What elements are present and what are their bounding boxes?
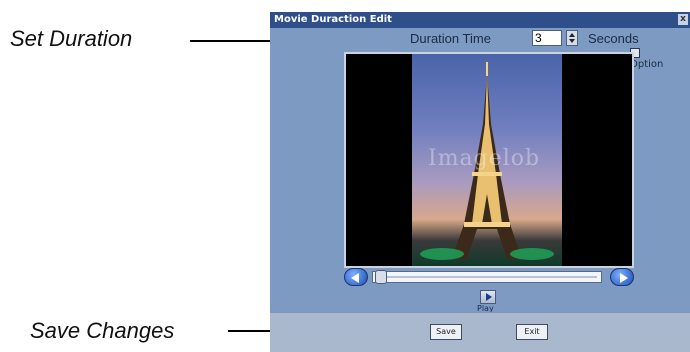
duration-unit: Seconds [588,31,639,46]
option-checkbox-group[interactable]: Option [630,48,680,70]
playback-scrubber[interactable] [344,268,634,288]
spinner-up-icon[interactable] [569,33,575,37]
spinner-down-icon[interactable] [569,39,575,43]
seek-rail [377,276,597,278]
dialog-footer: Save Exit [270,312,690,352]
duration-input[interactable] [532,30,562,46]
set-duration-callout: Set Duration [10,26,133,51]
save-button[interactable]: Save [430,324,462,340]
duration-label: Duration Time [410,31,491,46]
dialog-titlebar: Movie Duraction Edit x [270,12,690,28]
option-label: Option [630,59,664,70]
seek-thumb[interactable] [375,270,387,284]
chevron-right-icon[interactable] [610,268,634,286]
preview-image: Imagelob [412,54,562,266]
movie-duration-dialog: Movie Duraction Edit x Duration Time Sec… [270,12,690,352]
close-icon[interactable]: x [678,14,688,25]
watermark-text: Imagelob [428,146,541,171]
save-changes-callout: Save Changes [30,318,175,343]
seek-track[interactable] [372,270,602,284]
exit-button[interactable]: Exit [516,324,548,340]
play-button[interactable] [480,290,496,304]
dialog-title: Movie Duraction Edit [274,14,392,25]
chevron-left-icon[interactable] [344,268,368,286]
duration-spinner[interactable] [566,30,578,46]
video-preview: Imagelob [344,52,634,268]
play-icon [486,293,492,301]
